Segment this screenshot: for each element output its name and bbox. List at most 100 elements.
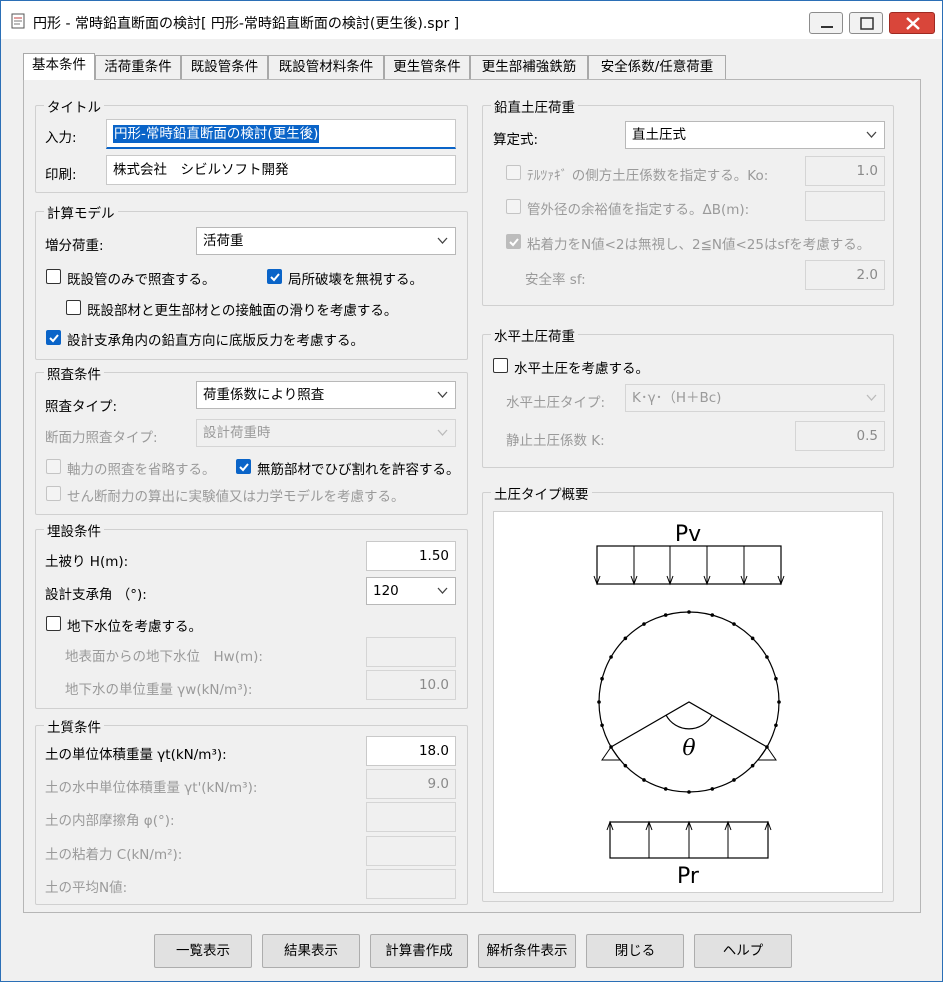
terzaghi-label: ﾃﾙﾂｧｷﾞ の側方土圧係数を指定する。Ko: <box>527 168 769 184</box>
formula-label: 算定式: <box>493 132 539 148</box>
pipe-node <box>687 790 691 794</box>
pipe-node <box>600 723 604 728</box>
terzaghi-checkbox[interactable] <box>506 165 521 180</box>
pipe-node <box>687 610 691 614</box>
close-button[interactable]: 閉じる <box>586 934 684 968</box>
n-value-field[interactable] <box>366 869 456 899</box>
cover-depth-field[interactable]: 1.50 <box>366 541 456 571</box>
support-angle-label: 設計支承角 （°): <box>45 587 147 603</box>
pipe-node <box>765 655 769 659</box>
axial-skip-label: 軸力の照査を省略する。 <box>67 462 216 478</box>
pv-label: Pv <box>675 522 701 547</box>
chevron-down-icon <box>437 587 448 594</box>
support-angle-select[interactable]: 120 <box>366 577 456 605</box>
horizontal-type-select[interactable]: K･γ･（H＋Bc) <box>625 384 885 412</box>
allow-crack-checkbox[interactable] <box>236 459 251 474</box>
minimize-button[interactable] <box>809 12 843 34</box>
tab-rebar[interactable]: 更生部補強鉄筋 <box>470 55 588 79</box>
n-value-label: 土の平均N値: <box>45 880 128 896</box>
calc-model-legend: 計算モデル <box>44 202 118 222</box>
title-bar: 円形 - 常時鉛直断面の検討[ 円形-常時鉛直断面の検討(更生後).spr ] <box>1 1 942 39</box>
main-window: 円形 - 常時鉛直断面の検討[ 円形-常時鉛直断面の検討(更生後).spr ] … <box>0 0 943 982</box>
pipe-node <box>710 613 715 617</box>
shear-model-checkbox[interactable] <box>46 486 61 501</box>
gw-weight-field[interactable]: 10.0 <box>366 670 456 700</box>
chevron-down-icon <box>866 131 877 138</box>
check-conditions-group: 照査条件 照査タイプ: 荷重係数により照査 断面力照査タイプ: 設計荷重時 軸力… <box>35 363 468 515</box>
cohesion-n-label: 粘着力をN値<2は無視し、2≦N値<25はsfを考慮する。 <box>527 237 871 253</box>
tab-safety-factor[interactable]: 安全係数/任意荷重 <box>588 55 726 79</box>
print-label: 印刷: <box>45 167 77 183</box>
section-force-select[interactable]: 設計荷重時 <box>196 419 456 447</box>
unit-weight-field[interactable]: 18.0 <box>366 736 456 766</box>
right-support-icon <box>757 746 777 761</box>
increment-load-select[interactable]: 活荷重 <box>196 227 456 255</box>
results-button[interactable]: 結果表示 <box>262 934 360 968</box>
list-view-button[interactable]: 一覧表示 <box>154 934 252 968</box>
ignore-local-label: 局所破壊を無視する。 <box>288 272 423 288</box>
help-button[interactable]: ヘルプ <box>694 934 792 968</box>
existing-only-checkbox[interactable] <box>46 269 61 284</box>
tab-renewal-pipe[interactable]: 更生管条件 <box>384 55 470 79</box>
pipe-node <box>623 763 628 768</box>
vertical-pressure-legend: 鉛直土圧荷重 <box>491 96 578 116</box>
calc-model-group: 計算モデル 増分荷重: 活荷重 既設管のみで照査する。 局所破壊を無視する。 既… <box>35 202 468 360</box>
gw-depth-field[interactable] <box>366 637 456 667</box>
groundwater-checkbox[interactable] <box>46 616 61 631</box>
close-window-button[interactable] <box>889 12 935 34</box>
pipe-node <box>642 778 646 782</box>
formula-select[interactable]: 直土圧式 <box>625 121 885 149</box>
maximize-button[interactable] <box>849 12 883 34</box>
pipe-node <box>623 636 628 641</box>
window-title: 円形 - 常時鉛直断面の検討[ 円形-常時鉛直断面の検討(更生後).spr ] <box>33 16 460 32</box>
friction-angle-label: 土の内部摩擦角 φ(°): <box>45 813 175 829</box>
report-button[interactable]: 計算書作成 <box>370 934 468 968</box>
tab-panel: タイトル 入力: 円形-常時鉛直断面の検討(更生後) 印刷: 株式会社 シビルソ… <box>23 79 921 913</box>
minimize-icon <box>821 26 833 28</box>
bottom-reaction-checkbox[interactable] <box>46 330 61 345</box>
bottom-reaction-label: 設計支承角内の鉛直方向に底版反力を考慮する。 <box>67 333 364 349</box>
cohesion-field[interactable] <box>366 836 456 866</box>
submerged-weight-field[interactable]: 9.0 <box>366 769 456 799</box>
slip-label: 既設部材と更生部材との接触面の滑りを考慮する。 <box>87 303 398 319</box>
chevron-down-icon <box>437 391 448 398</box>
burial-group: 埋設条件 土被り H(m): 1.50 設計支承角 （°): 120 地下水位を… <box>35 520 468 709</box>
formula-value: 直土圧式 <box>632 127 686 143</box>
friction-angle-field[interactable] <box>366 802 456 832</box>
tab-existing-material[interactable]: 既設管材料条件 <box>268 55 384 79</box>
gw-weight-label: 地下水の単位重量 γw(kN/m³): <box>65 682 253 698</box>
terzaghi-field[interactable]: 1.0 <box>805 156 885 186</box>
vertical-pressure-group: 鉛直土圧荷重 算定式: 直土圧式 ﾃﾙﾂｧｷﾞ の側方土圧係数を指定する。Ko:… <box>482 96 894 306</box>
title-group: タイトル 入力: 円形-常時鉛直断面の検討(更生後) 印刷: 株式会社 シビルソ… <box>35 96 468 193</box>
sf-field[interactable]: 2.0 <box>805 260 885 290</box>
tab-basic[interactable]: 基本条件 <box>23 53 95 80</box>
slip-checkbox[interactable] <box>66 300 81 315</box>
section-force-label: 断面力照査タイプ: <box>45 430 158 446</box>
check-icon <box>509 238 519 247</box>
app-icon <box>11 13 25 29</box>
axial-skip-checkbox[interactable] <box>46 459 61 474</box>
pipe-node <box>750 763 755 768</box>
margin-field[interactable] <box>805 191 885 221</box>
analysis-conditions-button[interactable]: 解析条件表示 <box>478 934 576 968</box>
pipe-node <box>663 613 668 617</box>
horizontal-pressure-legend: 水平土圧荷重 <box>491 325 578 345</box>
increment-label: 増分荷重: <box>45 238 104 254</box>
rest-coefficient-field[interactable]: 0.5 <box>795 421 885 451</box>
theta-label: θ <box>682 736 695 761</box>
cohesion-label: 土の粘着力 C(kN/m²): <box>45 847 183 863</box>
margin-checkbox[interactable] <box>506 199 521 214</box>
chevron-down-icon <box>866 394 877 401</box>
sf-label: 安全率 sf: <box>525 272 586 288</box>
print-title-field[interactable]: 株式会社 シビルソフト開発 <box>106 155 456 185</box>
tab-live-load[interactable]: 活荷重条件 <box>95 55 181 79</box>
tab-existing-pipe[interactable]: 既設管条件 <box>181 55 268 79</box>
horizontal-pressure-checkbox[interactable] <box>493 358 508 373</box>
pipe-node <box>774 723 778 728</box>
title-input-field[interactable]: 円形-常時鉛直断面の検討(更生後) <box>106 119 456 149</box>
cohesion-n-checkbox[interactable] <box>506 234 521 249</box>
check-type-select[interactable]: 荷重係数により照査 <box>196 381 456 409</box>
ignore-local-checkbox[interactable] <box>267 269 282 284</box>
pipe-node <box>777 700 781 704</box>
left-support-icon <box>601 746 621 761</box>
